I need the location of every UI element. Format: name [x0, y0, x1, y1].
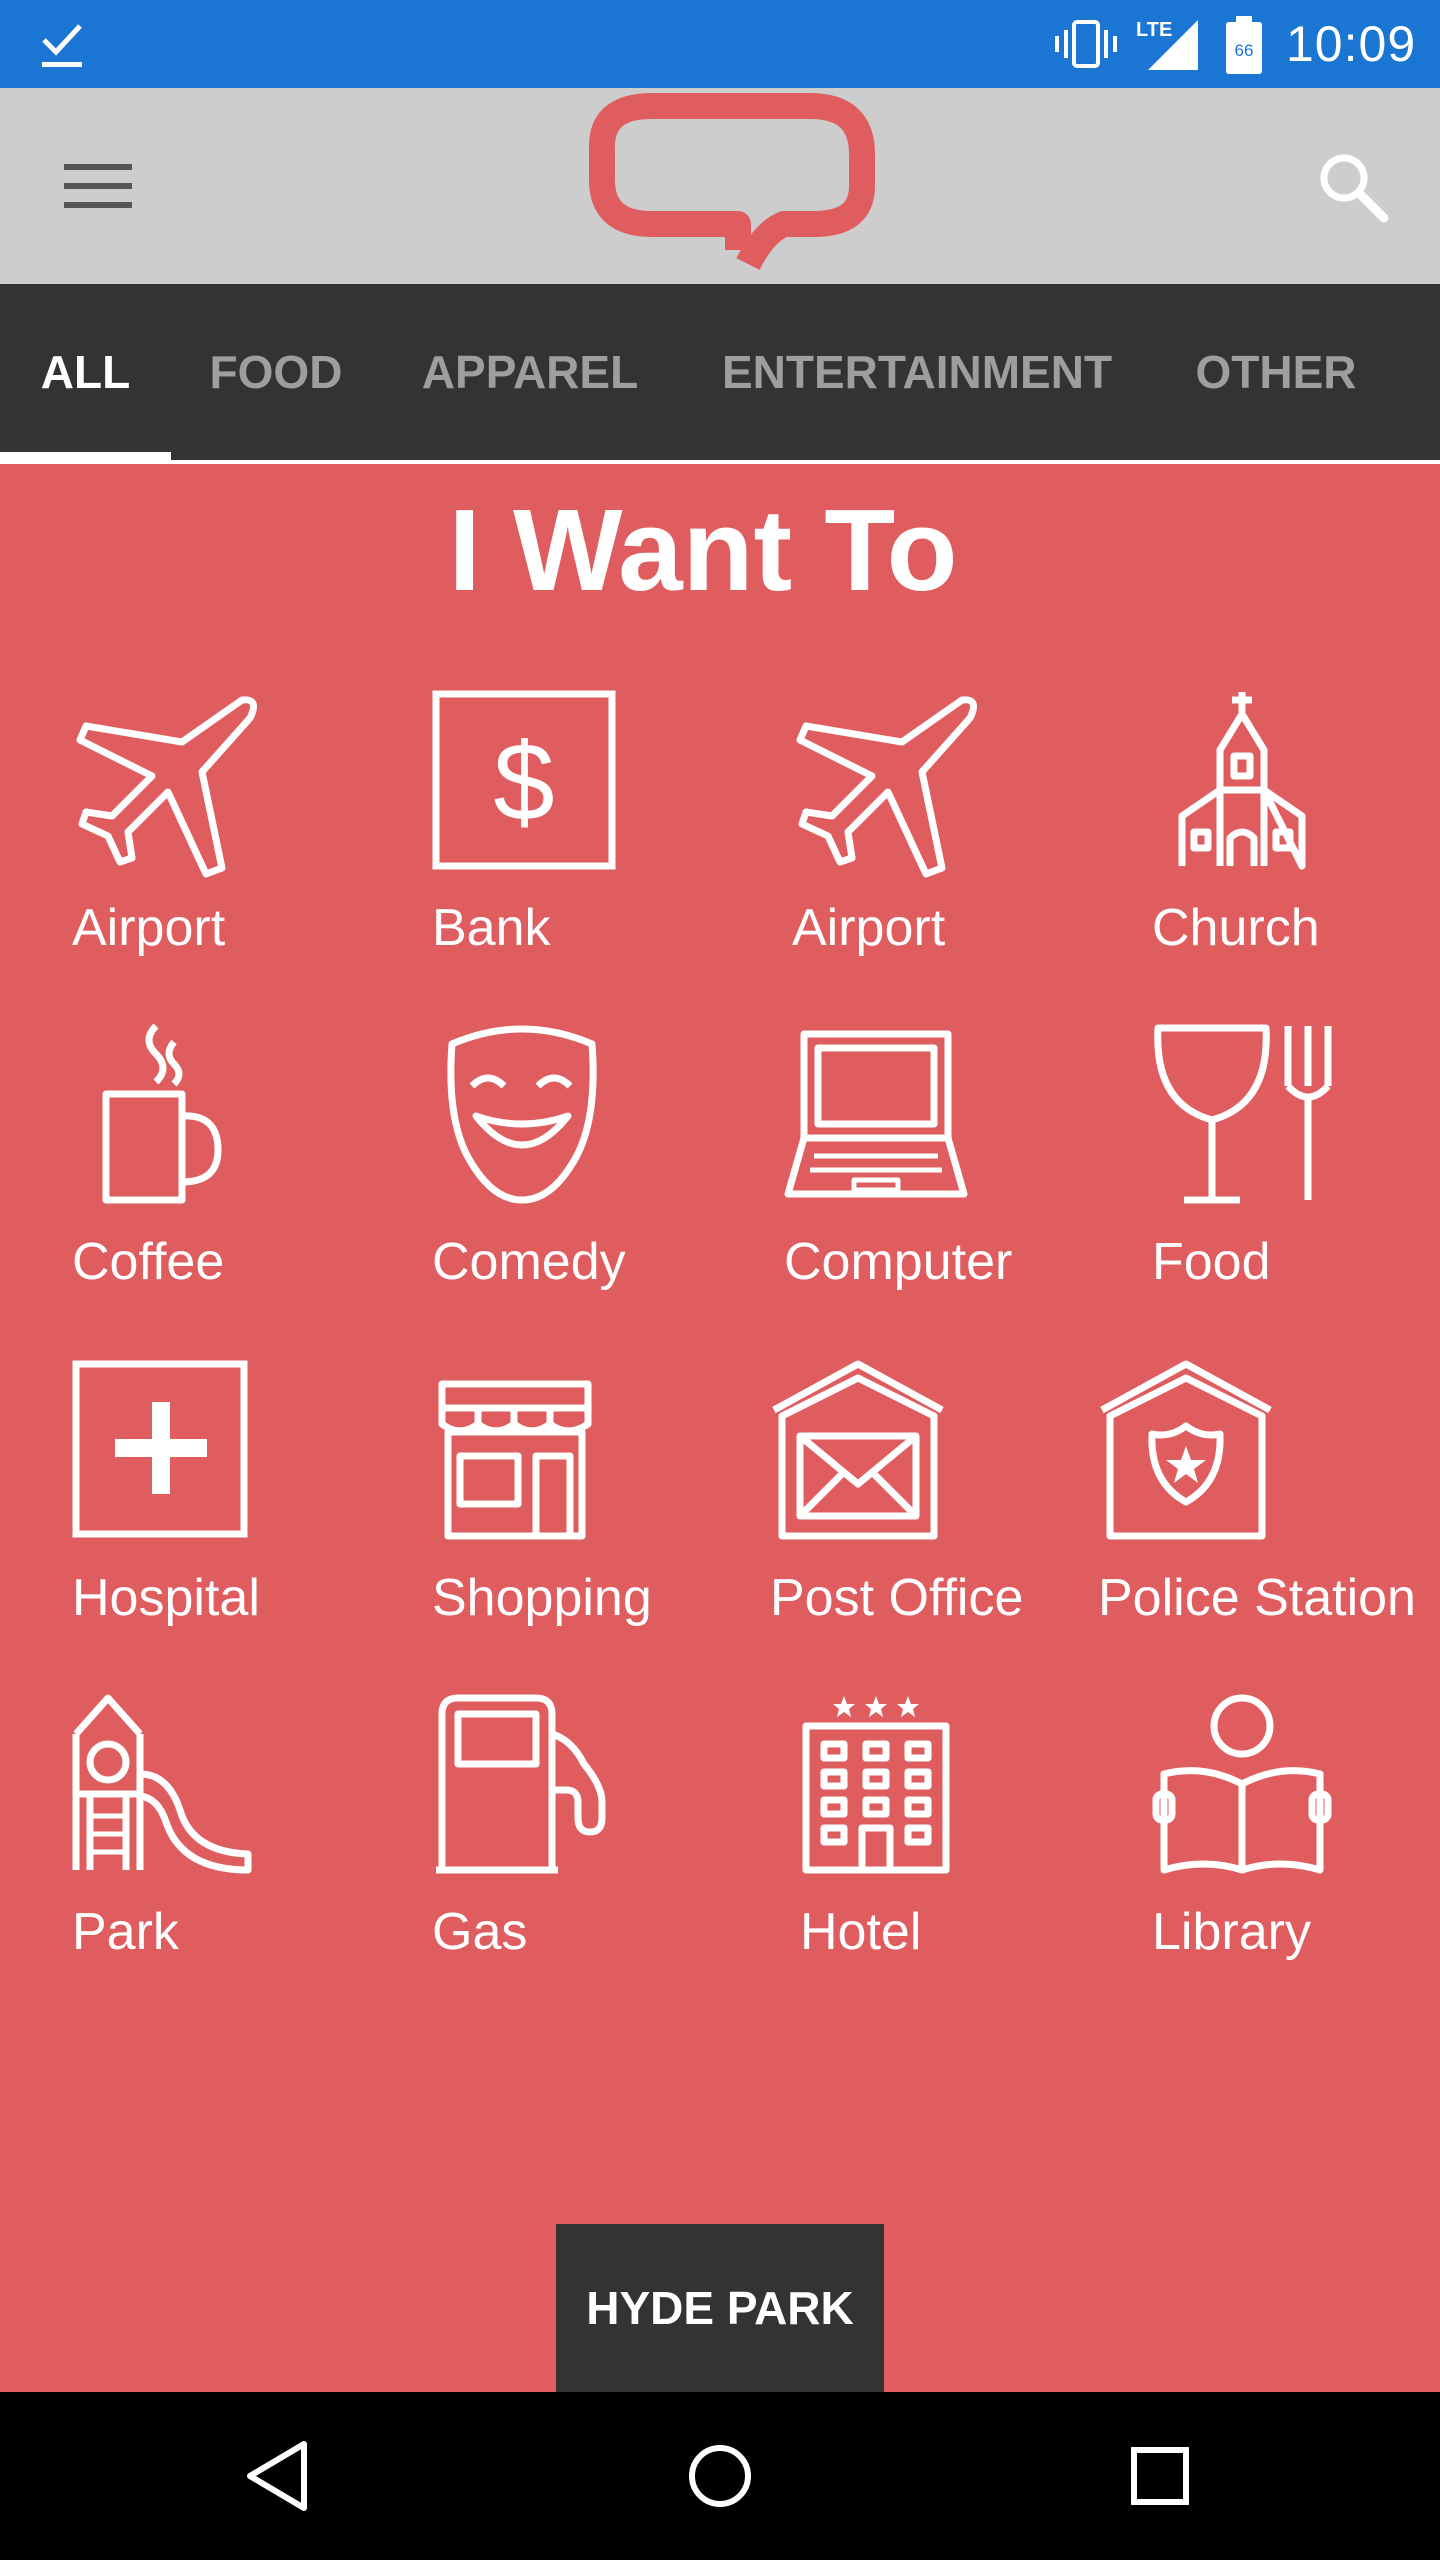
category-label: Gas [432, 1903, 528, 1961]
tab-all[interactable]: ALL [0, 284, 171, 460]
playground-icon [72, 1694, 252, 1874]
home-icon[interactable] [680, 2436, 760, 2516]
category-hotel[interactable]: Hotel [800, 1694, 1100, 1994]
category-label: Hotel [800, 1903, 922, 1961]
category-gas[interactable]: Gas [432, 1694, 732, 1994]
coffee-icon [102, 1023, 222, 1204]
category-label: Hospital [72, 1569, 260, 1627]
category-label: Food [1152, 1233, 1271, 1291]
clock: 10:09 [1286, 16, 1417, 72]
category-airport[interactable]: Airport [72, 690, 372, 990]
post-office-icon [772, 1360, 944, 1540]
search-icon[interactable] [1316, 150, 1390, 224]
screen: LTE 66 10:09 ALL FOOD APPAREL ENTERTAINM… [0, 0, 1440, 2560]
menu-icon[interactable] [60, 158, 136, 214]
category-shopping[interactable]: Shopping [432, 1360, 732, 1660]
svg-text:$: $ [493, 721, 554, 844]
page-title: I Want To [448, 485, 958, 615]
category-label: Library [1152, 1903, 1311, 1961]
category-hospital[interactable]: Hospital [72, 1360, 372, 1660]
category-label: Church [1152, 899, 1320, 957]
category-church[interactable]: Church [1152, 690, 1440, 990]
category-bank[interactable]: $ Bank [432, 690, 732, 990]
hospital-icon [72, 1360, 248, 1538]
tab-apparel[interactable]: APPAREL [412, 284, 648, 460]
police-station-icon [1100, 1360, 1272, 1540]
tab-entertainment[interactable]: ENTERTAINMENT [702, 284, 1132, 460]
tab-indicator [0, 452, 171, 460]
back-icon[interactable] [240, 2436, 320, 2516]
hotel-icon [802, 1696, 950, 1874]
category-food[interactable]: Food [1152, 1024, 1440, 1324]
shop-icon [438, 1380, 592, 1540]
gas-pump-icon [436, 1694, 606, 1874]
app-logo [589, 93, 875, 271]
vibrate-icon [1055, 20, 1117, 68]
category-computer[interactable]: Computer [784, 1024, 1084, 1324]
category-label: Park [72, 1903, 179, 1961]
airplane-icon [796, 696, 978, 878]
category-comedy[interactable]: Comedy [432, 1024, 732, 1324]
system-nav-bar [0, 2392, 1440, 2560]
svg-text:LTE: LTE [1136, 19, 1172, 41]
bank-icon: $ [432, 690, 616, 870]
library-reader-icon [1152, 1694, 1332, 1874]
laptop-icon [784, 1030, 968, 1198]
church-icon [1178, 692, 1306, 870]
check-icon [42, 24, 82, 67]
category-tabs: ALL FOOD APPAREL ENTERTAINMENT OTHER [0, 284, 1440, 460]
category-police-station[interactable]: Police Station [1098, 1360, 1416, 1660]
comedy-mask-icon [447, 1025, 597, 1204]
battery-icon: 66 [1226, 16, 1262, 74]
recents-icon[interactable] [1120, 2436, 1200, 2516]
category-label: Shopping [432, 1569, 652, 1627]
category-coffee[interactable]: Coffee [72, 1023, 372, 1324]
tab-divider [0, 460, 1440, 464]
category-label: Comedy [432, 1233, 626, 1291]
airplane-icon [76, 696, 258, 878]
category-label: Coffee [72, 1233, 225, 1291]
category-label: Police Station [1098, 1569, 1416, 1627]
signal-icon: LTE [1136, 19, 1198, 70]
category-label: Computer [784, 1233, 1013, 1291]
category-label: Airport [72, 899, 226, 957]
category-label: Post Office [770, 1569, 1024, 1627]
app-bar [0, 88, 1440, 284]
svg-text:66: 66 [1235, 41, 1254, 60]
tab-other[interactable]: OTHER [1180, 284, 1372, 460]
food-icon [1154, 1024, 1332, 1204]
category-library[interactable]: Library [1152, 1694, 1440, 1994]
category-airport[interactable]: Airport [792, 690, 1092, 990]
status-bar: LTE 66 10:09 [0, 0, 1440, 88]
category-label: Bank [432, 899, 551, 957]
category-label: Airport [792, 899, 946, 957]
tab-food[interactable]: FOOD [198, 284, 354, 460]
location-button[interactable]: HYDE PARK [556, 2224, 884, 2392]
category-park[interactable]: Park [72, 1694, 372, 1994]
category-post-office[interactable]: Post Office [770, 1360, 1070, 1660]
